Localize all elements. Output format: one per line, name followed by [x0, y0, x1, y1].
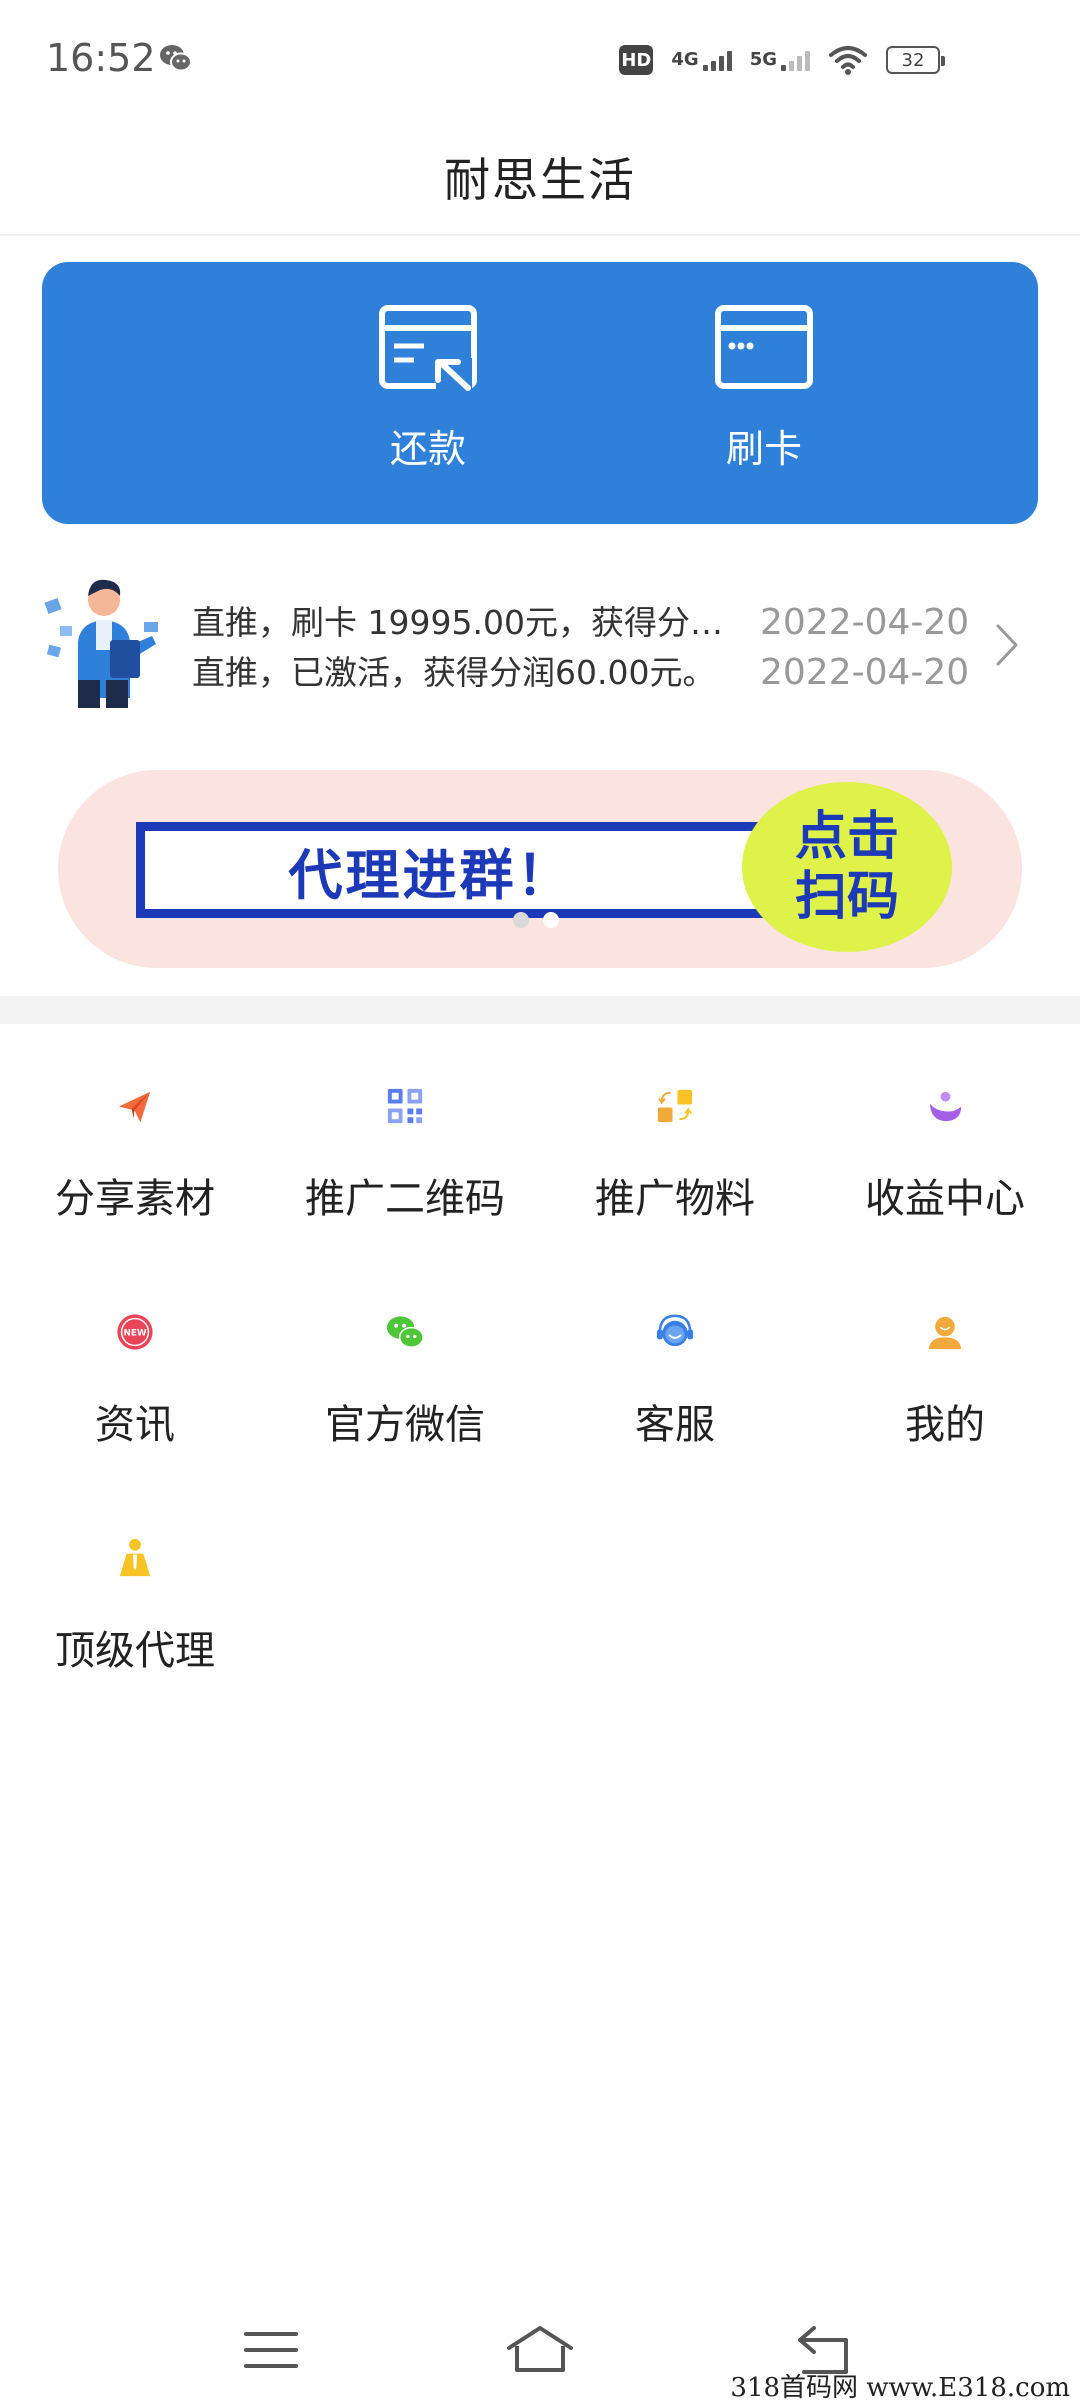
network-label-5g: 5G	[749, 49, 777, 70]
signal-5g: 5G	[750, 49, 810, 71]
status-bar: 16:52 HD 4G 5G 32	[0, 0, 1080, 120]
signal-bars-icon	[781, 49, 810, 71]
paper-plane-icon	[118, 1091, 151, 1123]
earnings-notice[interactable]: 直推，刷卡 19995.00元，获得分… 直推，已激活，获得分润60.00元。 …	[0, 570, 1080, 710]
menu-item-mine[interactable]: 我的	[810, 1250, 1080, 1450]
menu-item-customer-service[interactable]: 客服	[540, 1250, 810, 1450]
menu-label: 推广物料	[595, 1176, 755, 1222]
menu-label: 官方微信	[325, 1402, 485, 1448]
wechat-status-icon	[160, 45, 192, 72]
signal-4g: 4G	[671, 49, 732, 71]
status-indicators: HD 4G 5G 32	[619, 40, 945, 80]
notice-date: 2022-04-20	[760, 652, 970, 693]
notice-date: 2022-04-20	[760, 602, 970, 643]
menu-item-qrcode[interactable]: 推广二维码	[270, 1024, 540, 1224]
agent-icon	[119, 1538, 151, 1577]
notice-dates: 2022-04-20 2022-04-20	[760, 598, 969, 698]
menu-item-share-materials[interactable]: 分享素材	[0, 1024, 270, 1224]
card-repay-icon	[379, 305, 477, 392]
menu-label: 我的	[905, 1402, 985, 1448]
wifi-icon	[829, 46, 867, 75]
section-divider	[0, 996, 1080, 1024]
promo-banner[interactable]: 代理进群！ 点击扫码	[58, 770, 1022, 968]
menu-label: 客服	[635, 1402, 715, 1448]
customer-service-icon	[656, 1314, 694, 1347]
menu-item-official-wechat[interactable]: 官方微信	[270, 1250, 540, 1450]
exchange-icon	[657, 1089, 693, 1123]
menu-item-top-agent[interactable]: 顶级代理	[0, 1476, 270, 1676]
network-label-4g: 4G	[671, 49, 699, 70]
watermark: 318首码网 www.E318.com	[730, 2373, 1070, 2403]
swipe-card-button[interactable]: 刷卡	[654, 302, 874, 492]
menu-label: 收益中心	[865, 1176, 1025, 1222]
signal-bars-icon	[702, 49, 732, 71]
menu-item-promo-materials[interactable]: 推广物料	[540, 1024, 810, 1224]
banner-scan-button[interactable]: 点击扫码	[742, 782, 952, 952]
status-time: 16:52	[46, 36, 156, 80]
qrcode-icon	[387, 1088, 423, 1124]
app-header: 耐思生活	[0, 120, 1080, 236]
chevron-right-icon	[996, 624, 1018, 666]
banner-text: 代理进群！	[288, 843, 574, 907]
notice-messages: 直推，刷卡 19995.00元，获得分… 直推，已激活，获得分润60.00元。	[192, 598, 732, 698]
menu-item-news[interactable]: NEW 资讯	[0, 1250, 270, 1450]
repay-button[interactable]: 还款	[318, 302, 538, 492]
page-title: 耐思生活	[444, 153, 636, 207]
menu-icon[interactable]	[236, 2320, 306, 2380]
repay-label: 还款	[389, 427, 466, 471]
new-badge-icon: NEW	[117, 1314, 153, 1350]
svg-text:NEW: NEW	[123, 1328, 146, 1338]
agent-illustration-icon	[44, 579, 158, 708]
carousel-indicator	[513, 912, 559, 928]
menu-label: 资讯	[95, 1402, 175, 1448]
earnings-icon	[929, 1091, 962, 1122]
menu-item-earnings[interactable]: 收益中心	[810, 1024, 1080, 1224]
hd-badge: HD	[619, 45, 654, 75]
banner-frame: 代理进群！	[136, 822, 786, 918]
carousel-dot[interactable]	[513, 912, 529, 928]
notice-message: 直推，刷卡 19995.00元，获得分…	[192, 603, 723, 642]
menu-label: 顶级代理	[55, 1628, 215, 1674]
menu-label: 分享素材	[55, 1176, 215, 1222]
swipe-card-label: 刷卡	[725, 427, 802, 471]
quick-actions-card: 还款 刷卡	[42, 262, 1038, 524]
home-icon[interactable]	[505, 2320, 575, 2380]
wechat-icon	[386, 1316, 424, 1348]
card-swipe-icon	[715, 305, 813, 389]
battery-indicator: 32	[886, 46, 945, 74]
banner-cta-text: 点击扫码	[794, 807, 899, 927]
user-icon	[928, 1316, 962, 1350]
menu-label: 推广二维码	[305, 1176, 505, 1222]
carousel-dot-active[interactable]	[543, 912, 559, 928]
notice-message: 直推，已激活，获得分润60.00元。	[192, 653, 716, 692]
